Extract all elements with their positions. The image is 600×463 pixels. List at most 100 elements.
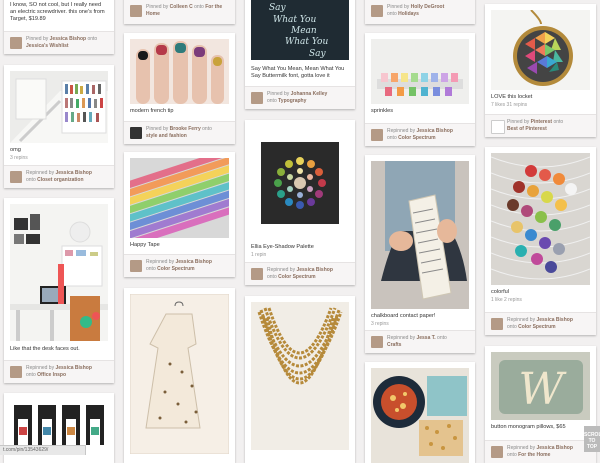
user-link[interactable]: Jessica Bishop <box>536 317 572 323</box>
repin-count: 3 repins <box>10 155 28 161</box>
avatar[interactable] <box>371 336 383 348</box>
poster-word-5: Say <box>309 49 327 59</box>
pin-description: I know, SO not cool, but I really need a… <box>10 2 105 22</box>
pin-image[interactable]: Say What You Mean What You Say <box>251 0 349 60</box>
pin-description: modern french tip <box>130 108 174 114</box>
pin-image[interactable] <box>261 142 339 224</box>
user-link[interactable]: Jessica Bishop <box>55 170 91 176</box>
pin-image[interactable] <box>371 39 469 104</box>
user-link[interactable]: Jessica Bishop <box>296 267 332 273</box>
pin-image[interactable] <box>371 161 469 309</box>
pin-card-typography[interactable]: Say What You Mean What You Say Say What … <box>245 0 355 109</box>
pin-card-home[interactable]: Pinned by Colleen C onto For the Home <box>124 0 235 24</box>
avatar[interactable] <box>10 366 22 378</box>
pin-card-sprinkles[interactable]: sprinkles Repinned by Jessica Bishop onto… <box>365 33 475 146</box>
pin-image[interactable] <box>10 399 108 451</box>
pin-image[interactable] <box>491 153 590 285</box>
avatar[interactable] <box>251 268 263 280</box>
pin-description: omg <box>10 147 21 153</box>
pin-card-pillow[interactable]: W button monogram pillows, $65 Repinned … <box>485 346 596 463</box>
pin-card-eyeshadow[interactable]: Ellia Eye-Shadow Palette 1 repin Repinne… <box>245 120 355 285</box>
board-link[interactable]: Color Spectrum <box>278 274 316 280</box>
pin-attribution: Pinned by Jessica Bishop onto Jessica's W… <box>4 31 114 54</box>
pin-card-office[interactable]: Like that the desk faces out. Repinned b… <box>4 198 114 383</box>
pin-image[interactable] <box>130 158 229 238</box>
avatar[interactable] <box>10 171 22 183</box>
avatar[interactable] <box>130 260 142 272</box>
pin-description: Happy Tape <box>130 242 160 248</box>
pin-description: chalkboard contact paper! <box>371 313 436 319</box>
avatar[interactable] <box>491 318 503 330</box>
board-link[interactable]: Office Inspo <box>37 372 66 378</box>
pin-card-colorful[interactable]: colorful 1 like 2 repins Repinned by Jes… <box>485 147 596 335</box>
pin-card-recipe[interactable] <box>365 362 475 463</box>
pin-card-chalkboard[interactable]: chalkboard contact paper! 3 repins Repin… <box>365 155 475 353</box>
user-link[interactable]: Jessica Bishop <box>416 128 452 134</box>
pin-image[interactable]: W <box>491 352 590 420</box>
pin-card-nails[interactable]: modern french tip Pinned by Brooke Ferry… <box>124 33 235 144</box>
user-link[interactable]: Jessica Bishop <box>55 365 91 371</box>
pin-description: button monogram pillows, $65 <box>491 424 566 430</box>
pin-attribution: Repinned by Jessica Bishop onto Color Spe… <box>365 123 475 146</box>
poster-word-3: Mean <box>290 26 317 36</box>
pin-description: colorful <box>491 289 510 295</box>
avatar[interactable] <box>251 92 263 104</box>
avatar[interactable] <box>371 5 383 17</box>
pin-attribution: Repinned by Jessica Bishop onto For the H… <box>485 440 596 463</box>
pin-description: LOVE this locket <box>491 94 533 100</box>
pin-description: Ellia Eye-Shadow Palette <box>251 244 314 250</box>
poster-word-1: Say <box>269 3 287 13</box>
pin-card-closet[interactable]: omg 3 repins Repinned by Jessica Bishop o… <box>4 65 114 188</box>
avatar[interactable] <box>491 446 503 458</box>
user-link[interactable]: Jessica Bishop <box>536 445 572 451</box>
board-link[interactable]: Crafts <box>387 342 401 348</box>
pinterest-logo-icon[interactable] <box>491 120 505 134</box>
user-link[interactable]: Jessica Bishop <box>50 36 86 42</box>
board-link[interactable]: Best of Pinterest <box>507 126 547 132</box>
board-link[interactable]: Holidays <box>398 11 419 17</box>
board-link[interactable]: Color Spectrum <box>157 266 195 272</box>
like-repin-count: 7 likes 31 repins <box>491 102 528 108</box>
pin-card-dress[interactable] <box>124 288 235 463</box>
avatar[interactable] <box>130 5 142 17</box>
user-link[interactable]: Jessa T. <box>416 335 435 341</box>
pin-card-locket[interactable]: LOVE this locket 7 likes 31 repins Pinne… <box>485 4 596 137</box>
pin-image[interactable] <box>371 368 469 463</box>
scroll-to-top-button[interactable]: SCROLL TO TOP <box>584 426 600 452</box>
board-link[interactable]: Closet organization <box>37 177 83 183</box>
pin-attribution: Repinned by Jessica Bishop onto Color Spe… <box>485 312 596 335</box>
pin-attribution: Repinned by Jessa T. onto Crafts <box>365 330 475 353</box>
user-link[interactable]: Pinterest <box>531 119 552 125</box>
pin-attribution: Repinned by Jessica Bishop onto Color Spe… <box>245 262 355 285</box>
user-link[interactable]: Colleen C <box>170 4 193 10</box>
user-link[interactable]: Jessica Bishop <box>175 259 211 265</box>
pin-image[interactable] <box>10 71 108 143</box>
pin-attribution: Repinned by Jessica Bishop onto Color Spe… <box>124 254 235 277</box>
pin-card-holidays[interactable]: Pinned by Holly DeGroot onto Holidays <box>365 0 475 24</box>
pin-image[interactable] <box>10 204 108 341</box>
browser-status-bar: t.com/pin/13543629/ <box>0 445 86 455</box>
pin-description: Say What You Mean, Mean What You Say But… <box>251 66 345 79</box>
user-link[interactable]: Holly DeGroot <box>411 4 445 10</box>
pin-image[interactable] <box>491 10 590 90</box>
pin-card-necklace[interactable] <box>245 296 355 463</box>
pin-image[interactable] <box>130 294 229 454</box>
user-link[interactable]: Johanna Kelley <box>291 91 328 97</box>
pin-image[interactable] <box>251 302 349 450</box>
avatar[interactable] <box>130 127 142 139</box>
avatar[interactable] <box>10 37 22 49</box>
pin-attribution: Pinned by Holly DeGroot onto Holidays <box>365 0 475 24</box>
board-link[interactable]: Color Spectrum <box>518 324 556 330</box>
pin-attribution: Pinned by Johanna Kelley onto Typography <box>245 86 355 109</box>
pin-image[interactable] <box>130 39 229 104</box>
board-link[interactable]: style and fashion <box>146 133 187 139</box>
board-link[interactable]: Color Spectrum <box>398 135 436 141</box>
user-link[interactable]: Brooke Ferry <box>170 126 201 132</box>
pin-description: Like that the desk faces out. <box>10 346 80 352</box>
board-link[interactable]: Jessica's Wishlist <box>26 43 69 49</box>
avatar[interactable] <box>371 129 383 141</box>
pin-description: sprinkles <box>371 108 394 114</box>
pin-card-screwdriver[interactable]: I know, SO not cool, but I really need a… <box>4 0 114 54</box>
pin-card-tape[interactable]: Happy Tape Repinned by Jessica Bishop ont… <box>124 152 235 277</box>
board-link[interactable]: Typography <box>278 98 306 104</box>
